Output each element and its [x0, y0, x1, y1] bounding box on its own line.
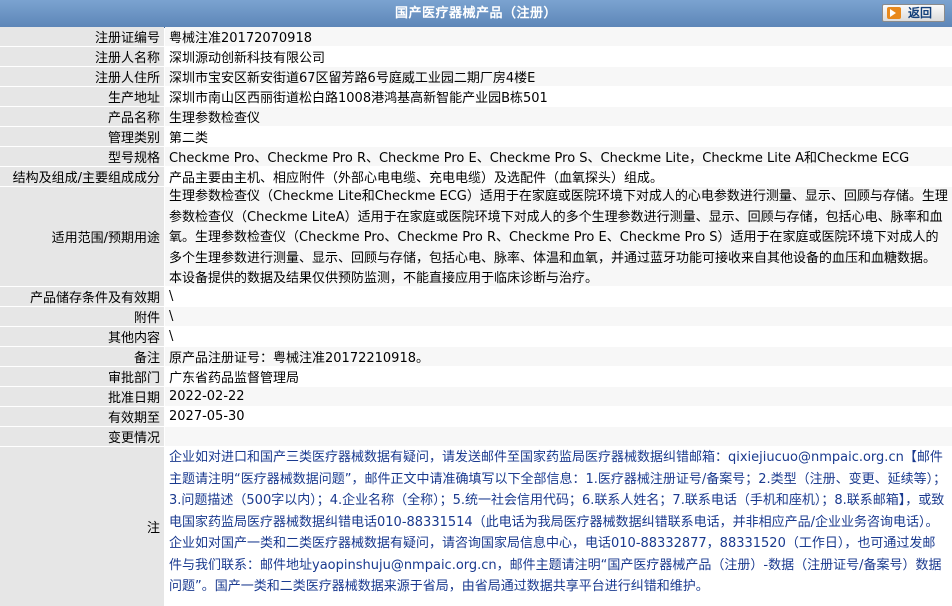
field-label: 产品储存条件及有效期	[0, 287, 164, 306]
back-button-label: 返回	[908, 6, 933, 20]
note-text: 企业如对进口和国产三类医疗器械数据有疑问，请发送邮件至国家药监局医疗器械数据纠错…	[165, 447, 952, 606]
field-label: 产品名称	[0, 107, 164, 126]
field-label: 备注	[0, 347, 164, 366]
field-label: 有效期至	[0, 407, 164, 426]
field-label: 适用范围/预期用途	[0, 187, 164, 286]
row-remarks: 备注 原产品注册证号：粤械注准20172210918。	[0, 347, 952, 367]
field-label: 注册证编号	[0, 27, 164, 46]
field-label: 变更情况	[0, 427, 164, 446]
field-label: 附件	[0, 307, 164, 326]
field-value: 广东省药品监督管理局	[165, 367, 952, 386]
row-other-content: 其他内容 \	[0, 327, 952, 347]
field-label: 型号规格	[0, 147, 164, 166]
field-value: 产品主要由主机、相应附件（外部心电电缆、充电电缆）及选配件（血氧探头）组成。	[165, 167, 952, 186]
field-value: 原产品注册证号：粤械注准20172210918。	[165, 347, 952, 366]
field-label: 其他内容	[0, 327, 164, 346]
row-approval-date: 批准日期 2022-02-22	[0, 387, 952, 407]
row-production-address: 生产地址 深圳市南山区西丽街道松白路1008港鸿基高新智能产业园B栋501	[0, 87, 952, 107]
field-label: 注册人住所	[0, 67, 164, 86]
field-value: 生理参数检查仪（Checkme Lite和Checkme ECG）适用于在家庭或…	[165, 187, 952, 286]
row-registration-number: 注册证编号 粤械注准20172070918	[0, 27, 952, 47]
row-management-category: 管理类别 第二类	[0, 127, 952, 147]
back-button[interactable]: 返回	[882, 4, 945, 22]
row-registrant-name: 注册人名称 深圳源动创新科技有限公司	[0, 47, 952, 67]
field-value: \	[165, 307, 952, 326]
row-change-history: 变更情况	[0, 427, 952, 447]
field-label: 生产地址	[0, 87, 164, 106]
field-value: \	[165, 287, 952, 306]
row-structure-composition: 结构及组成/主要组成成分 产品主要由主机、相应附件（外部心电电缆、充电电缆）及选…	[0, 167, 952, 187]
row-valid-until: 有效期至 2027-05-30	[0, 407, 952, 427]
field-value: 2027-05-30	[165, 407, 952, 426]
field-label: 结构及组成/主要组成成分	[0, 167, 164, 186]
row-product-name: 产品名称 生理参数检查仪	[0, 107, 952, 127]
field-value: 粤械注准20172070918	[165, 27, 952, 46]
page-title: 国产医疗器械产品（注册）	[394, 6, 557, 21]
row-attachments: 附件 \	[0, 307, 952, 327]
field-value: 深圳源动创新科技有限公司	[165, 47, 952, 66]
field-value: 生理参数检查仪	[165, 107, 952, 126]
field-value	[165, 427, 952, 446]
field-label: 审批部门	[0, 367, 164, 386]
back-arrow-icon	[887, 7, 901, 19]
field-label: 管理类别	[0, 127, 164, 146]
field-value: 第二类	[165, 127, 952, 146]
field-value: 2022-02-22	[165, 387, 952, 406]
row-registrant-address: 注册人住所 深圳市宝安区新安街道67区留芳路6号庭威工业园二期厂房4楼E	[0, 67, 952, 87]
field-label: 注册人名称	[0, 47, 164, 66]
page-header: 国产医疗器械产品（注册） 返回	[0, 0, 952, 28]
row-note: 注 企业如对进口和国产三类医疗器械数据有疑问，请发送邮件至国家药监局医疗器械数据…	[0, 447, 952, 606]
row-intended-use: 适用范围/预期用途 生理参数检查仪（Checkme Lite和Checkme E…	[0, 187, 952, 287]
row-approval-department: 审批部门 广东省药品监督管理局	[0, 367, 952, 387]
field-value: \	[165, 327, 952, 346]
field-value: Checkme Pro、Checkme Pro R、Checkme Pro E、…	[165, 147, 952, 166]
field-value: 深圳市宝安区新安街道67区留芳路6号庭威工业园二期厂房4楼E	[165, 67, 952, 86]
row-model-spec: 型号规格 Checkme Pro、Checkme Pro R、Checkme P…	[0, 147, 952, 167]
field-label: 注	[0, 447, 164, 606]
row-storage-conditions: 产品储存条件及有效期 \	[0, 287, 952, 307]
field-value: 深圳市南山区西丽街道松白路1008港鸿基高新智能产业园B栋501	[165, 87, 952, 106]
field-label: 批准日期	[0, 387, 164, 406]
